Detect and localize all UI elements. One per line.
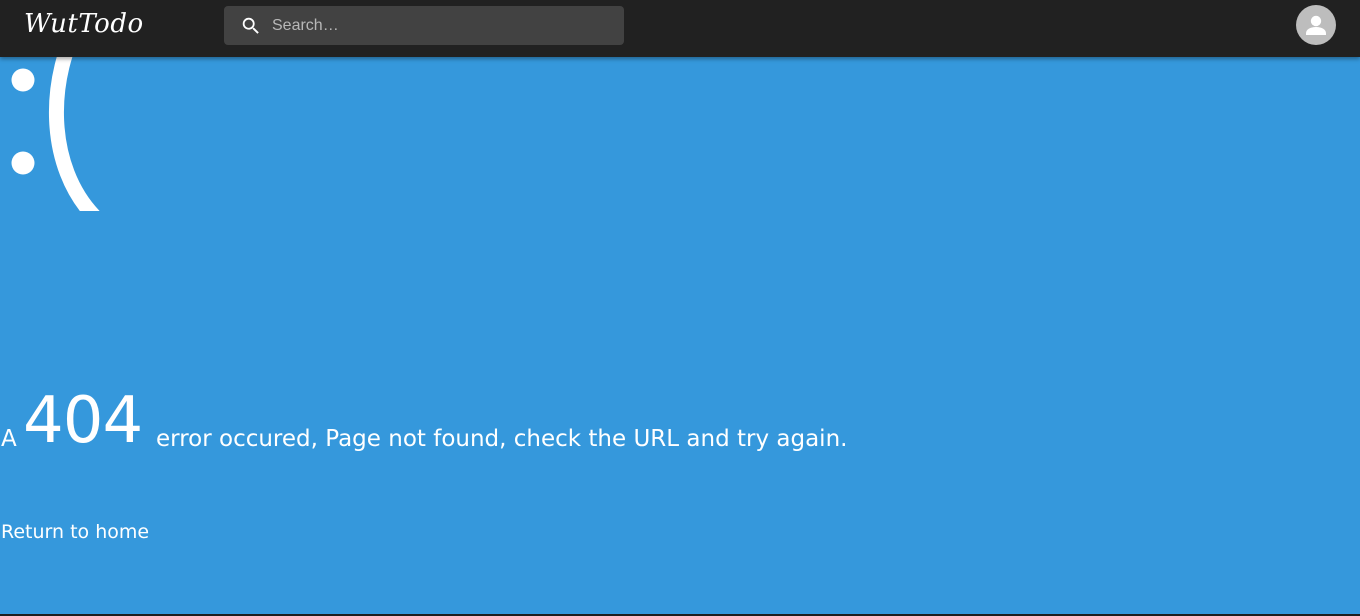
account-icon	[1306, 15, 1326, 35]
search-icon	[242, 17, 259, 34]
error-code: 404	[23, 384, 143, 458]
app-bar: WutTodo	[0, 0, 1360, 57]
sad-face-emoticon: :(	[11, 57, 100, 211]
app-logo[interactable]: WutTodo	[24, 6, 144, 46]
sad-face-mouth	[49, 57, 100, 211]
sad-face-eye-top	[11, 68, 35, 92]
sad-face-eye-bottom	[11, 151, 35, 175]
search-box[interactable]	[224, 6, 624, 45]
return-home-link[interactable]: Return to home	[1, 521, 149, 543]
error-message-prefix: A	[1, 426, 17, 452]
error-message-text: error occured, Page not found, check the…	[156, 426, 848, 452]
search-input[interactable]	[272, 6, 612, 45]
account-avatar-button[interactable]	[1296, 5, 1336, 45]
